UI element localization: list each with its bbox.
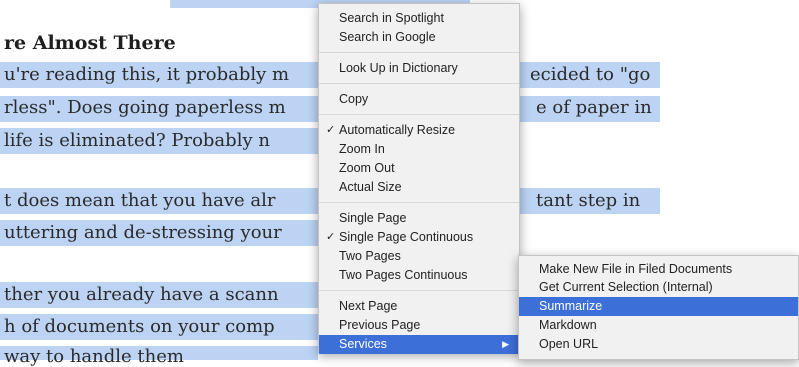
document-line: life is eliminated? Probably n [4, 130, 270, 151]
menu-item-label: Actual Size [339, 180, 402, 194]
document-line: ther you already have a scann [4, 284, 279, 305]
menu-item-next-page[interactable]: Next Page [319, 297, 519, 316]
document-line: rless". Does going paperless m [4, 97, 286, 118]
submenu-item-summarize[interactable]: Summarize [519, 297, 798, 316]
submenu-item-open-url[interactable]: Open URL [519, 335, 798, 354]
menu-item-search-in-spotlight[interactable]: Search in Spotlight [319, 9, 519, 28]
menu-item-label: Zoom In [339, 142, 385, 156]
menu-item-label: Search in Google [339, 30, 436, 44]
checkmark-icon: ✓ [326, 124, 336, 136]
menu-item-label: Two Pages Continuous [339, 268, 468, 282]
menu-item-single-page-continuous[interactable]: ✓ Single Page Continuous [319, 228, 519, 247]
menu-item-look-up-in-dictionary[interactable]: Look Up in Dictionary [319, 59, 519, 78]
submenu-item-label: Summarize [539, 299, 603, 313]
menu-item-single-page[interactable]: Single Page [319, 209, 519, 228]
checkmark-icon: ✓ [326, 231, 336, 243]
document-line: t does mean that you have alr [4, 190, 276, 211]
submenu-item-label: Markdown [539, 318, 597, 332]
menu-item-previous-page[interactable]: Previous Page [319, 316, 519, 335]
submenu-item-label: Get Current Selection (Internal) [539, 280, 713, 294]
menu-item-label: Previous Page [339, 318, 421, 332]
menu-item-label: Copy [339, 92, 369, 106]
submenu-item-make-new-file[interactable]: Make New File in Filed Documents [519, 260, 798, 279]
menu-separator [319, 202, 519, 203]
menu-separator [319, 114, 519, 115]
context-menu: Search in Spotlight Search in Google Loo… [318, 3, 520, 354]
menu-item-automatically-resize[interactable]: ✓ Automatically Resize [319, 121, 519, 140]
menu-separator [319, 290, 519, 291]
document-line-fragment: e of paper in [536, 97, 652, 118]
submenu-item-markdown[interactable]: Markdown [519, 316, 798, 335]
document-line: h of documents on your comp [4, 316, 275, 337]
menu-item-zoom-out[interactable]: Zoom Out [319, 159, 519, 178]
document-line-fragment: ecided to "go [530, 64, 651, 85]
submenu-item-label: Make New File in Filed Documents [539, 262, 733, 276]
menu-item-label: Look Up in Dictionary [339, 61, 458, 75]
menu-item-zoom-in[interactable]: Zoom In [319, 140, 519, 159]
menu-item-label: Two Pages [339, 249, 401, 263]
menu-item-label: Services [339, 337, 387, 351]
services-submenu: Make New File in Filed Documents Get Cur… [518, 255, 799, 360]
menu-item-search-in-google[interactable]: Search in Google [319, 28, 519, 47]
document-line-fragment: tant step in [536, 190, 641, 211]
document-heading: re Almost There [4, 32, 176, 54]
submenu-item-label: Open URL [539, 337, 599, 351]
menu-separator [319, 83, 519, 84]
document-line: uttering and de-stressing your [4, 222, 282, 243]
menu-item-label: Zoom Out [339, 161, 395, 175]
menu-item-two-pages-continuous[interactable]: Two Pages Continuous [319, 266, 519, 285]
menu-item-label: Next Page [339, 299, 398, 313]
menu-item-label: Single Page [339, 211, 407, 225]
menu-item-label: Automatically Resize [339, 123, 456, 137]
menu-item-services[interactable]: Services ▶ [319, 335, 519, 354]
menu-item-copy[interactable]: Copy [319, 90, 519, 109]
submenu-arrow-icon: ▶ [502, 339, 509, 349]
menu-item-label: Search in Spotlight [339, 11, 444, 25]
menu-item-actual-size[interactable]: Actual Size [319, 178, 519, 197]
menu-item-label: Single Page Continuous [339, 230, 474, 244]
document-line: way to handle them [4, 346, 184, 367]
document-line: u're reading this, it probably m [4, 64, 290, 85]
menu-separator [319, 52, 519, 53]
submenu-item-get-current-selection[interactable]: Get Current Selection (Internal) [519, 278, 798, 297]
menu-item-two-pages[interactable]: Two Pages [319, 247, 519, 266]
